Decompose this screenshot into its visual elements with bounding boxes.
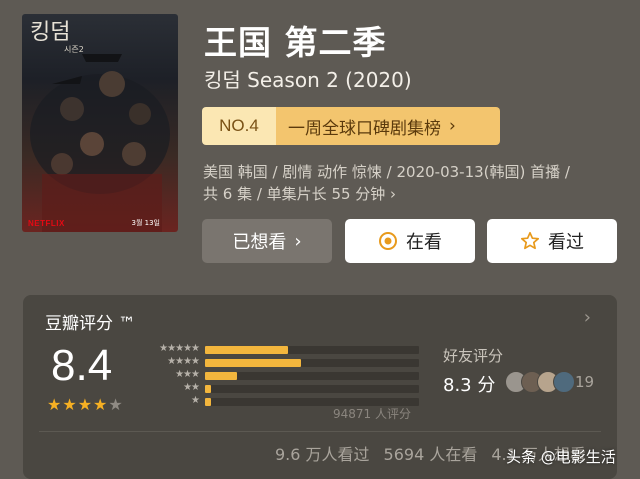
wish-label: 已想看 [232, 232, 287, 253]
poster-date: 3월 13일 [131, 219, 160, 227]
page-title: 王国 第二季 [204, 23, 387, 62]
watching-count[interactable]: 5694 人在看 [384, 441, 478, 465]
rating-distribution: ★★★★★ ★★★★ ★★★ ★★ ★ [145, 343, 425, 408]
meta-line-2: 共 6 集 / 单集片长 55 分钟 › [203, 185, 397, 203]
poster-title-logo: 킹덤 [30, 20, 71, 45]
distribution-row: ★★★ [145, 369, 425, 382]
friend-avatars[interactable] [505, 371, 575, 393]
distribution-bar-track [205, 372, 419, 380]
friend-rating-score: 8.3 分 [443, 375, 496, 396]
distribution-bar-fill [205, 398, 212, 406]
star-icon: ★ [47, 395, 62, 414]
vote-count[interactable]: 94871 人评分 [333, 405, 411, 422]
show-meta[interactable]: 美国 韩国 / 剧情 动作 惊悚 / 2020-03-13(韩国) 首播 / 共… [203, 161, 623, 205]
rank-list[interactable]: 一周全球口碑剧集榜 › [276, 107, 500, 145]
distribution-bar-fill [205, 372, 238, 380]
poster-image[interactable]: 킹덤 시즌2 NETFLIX 3월 13일 [22, 14, 178, 232]
star-icon: ★★ [183, 382, 200, 393]
chevron-right-icon: › [449, 116, 456, 136]
original-title: 킹덤 Season 2 (2020) [204, 68, 412, 92]
chevron-right-icon[interactable]: › [584, 307, 591, 328]
distribution-bar-track [205, 385, 419, 393]
poster-artwork [30, 54, 170, 232]
star-icon: ★ [191, 395, 200, 406]
avatar [553, 371, 575, 393]
rating-score: 8.4 [51, 341, 113, 390]
star-icon: ★★★★ [167, 356, 200, 367]
rating-stars: ★ ★ ★ ★ ★ [47, 397, 123, 413]
rank-number: NO.4 [202, 107, 276, 145]
poster-subtitle-logo: 시즌2 [64, 45, 84, 54]
distribution-row: ★★★★ [145, 356, 425, 369]
distribution-bar-track [205, 346, 419, 354]
netflix-logo: NETFLIX [28, 219, 65, 228]
friend-rating-label: 好友评分 [443, 347, 504, 365]
friend-count: 19 [575, 373, 595, 391]
distribution-bar-track [205, 359, 419, 367]
star-icon: ★★★★★ [159, 343, 200, 354]
distribution-row: ★★ [145, 382, 425, 395]
distribution-bar-fill [205, 359, 302, 367]
star-outline-icon [520, 231, 540, 251]
distribution-row: ★★★★★ [145, 343, 425, 356]
watching-label: 在看 [406, 232, 442, 253]
star-icon: ★ [62, 395, 77, 414]
watched-count[interactable]: 9.6 万人看过 [275, 441, 370, 465]
watching-button[interactable]: 在看 [345, 219, 475, 263]
watched-button[interactable]: 看过 [487, 219, 617, 263]
divider [39, 431, 601, 432]
star-icon: ★★★ [175, 369, 200, 380]
ranking-badge[interactable]: NO.4 一周全球口碑剧集榜 › [202, 107, 500, 145]
star-icon: ★ [93, 395, 108, 414]
chevron-right-icon: › [294, 230, 302, 252]
star-icon: ★ [108, 395, 123, 414]
watched-label: 看过 [548, 232, 584, 253]
rank-list-name: 一周全球口碑剧集榜 [288, 118, 441, 139]
meta-line-1: 美国 韩国 / 剧情 动作 惊悚 / 2020-03-13(韩国) 首播 / [203, 163, 570, 181]
distribution-bar-fill [205, 385, 212, 393]
star-icon: ★ [77, 395, 93, 414]
wish-button[interactable]: 已想看 › [202, 219, 332, 263]
target-circle-icon [378, 231, 398, 251]
watermark: 头条 @电影生活 [506, 448, 616, 466]
distribution-bar-fill [205, 346, 289, 354]
rating-section-title: 豆瓣评分 ™ [45, 314, 136, 334]
